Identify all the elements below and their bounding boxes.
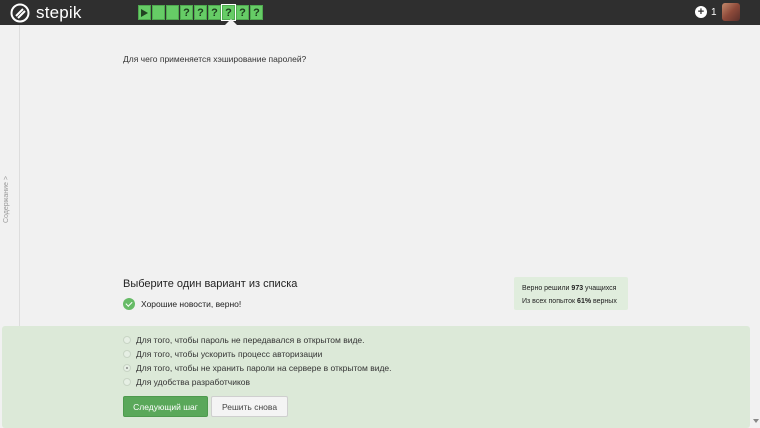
lesson-steps: ? ? ? ? ? ? bbox=[138, 4, 263, 21]
option-4-radio[interactable] bbox=[123, 378, 131, 386]
retry-button[interactable]: Решить снова bbox=[211, 396, 288, 417]
stats-attempts-line: Из всех попыток 61% верных bbox=[522, 298, 617, 305]
quiz-heading: Выберите один вариант из списка bbox=[123, 278, 298, 290]
points-value: 1 bbox=[711, 6, 717, 18]
option-2-radio[interactable] bbox=[123, 350, 131, 358]
step-2[interactable] bbox=[152, 5, 165, 20]
step-6[interactable]: ? bbox=[208, 5, 221, 20]
stats-solved-line: Верно решили 973 учащихся bbox=[522, 285, 617, 292]
step-4[interactable]: ? bbox=[180, 5, 193, 20]
plus-icon: + bbox=[695, 6, 707, 18]
step-8[interactable]: ? bbox=[236, 5, 249, 20]
option-4[interactable]: Для удобства разработчиков bbox=[123, 377, 250, 387]
option-2[interactable]: Для того, чтобы ускорить процесс авториз… bbox=[123, 349, 322, 359]
stepik-logo-icon bbox=[10, 3, 30, 22]
option-4-label: Для удобства разработчиков bbox=[136, 377, 251, 387]
correct-percent: 61% bbox=[577, 298, 592, 305]
step-video-1[interactable] bbox=[138, 5, 151, 20]
check-icon bbox=[123, 298, 135, 310]
option-1[interactable]: Для того, чтобы пароль не передавался в … bbox=[123, 335, 365, 345]
option-3[interactable]: Для того, чтобы не хранить пароли на сер… bbox=[123, 363, 392, 373]
points-counter[interactable]: + 1 bbox=[695, 6, 717, 18]
question-text: Для чего применяется хэширование паролей… bbox=[123, 54, 307, 64]
correct-feedback: Хорошие новости, верно! bbox=[123, 298, 241, 310]
step-3[interactable] bbox=[166, 5, 179, 20]
scrollbar[interactable] bbox=[752, 25, 760, 428]
user-avatar[interactable] bbox=[722, 3, 740, 21]
feedback-text: Хорошие новости, верно! bbox=[141, 299, 242, 309]
step-9[interactable]: ? bbox=[250, 5, 263, 20]
scroll-down-icon[interactable] bbox=[753, 419, 759, 423]
app-name: stepik bbox=[36, 2, 82, 22]
step-7-current[interactable]: ? bbox=[221, 4, 236, 21]
option-1-radio[interactable] bbox=[123, 336, 131, 344]
solve-stats: Верно решили 973 учащихся Из всех попыто… bbox=[514, 277, 628, 310]
current-step-pointer bbox=[225, 19, 237, 25]
option-1-label: Для того, чтобы пароль не передавался в … bbox=[136, 335, 365, 345]
option-3-radio[interactable] bbox=[123, 364, 131, 372]
stepik-logo[interactable]: stepik bbox=[10, 2, 82, 23]
option-2-label: Для того, чтобы ускорить процесс авториз… bbox=[136, 349, 323, 359]
next-step-button[interactable]: Следующий шаг bbox=[123, 396, 208, 417]
answer-panel bbox=[2, 326, 750, 428]
option-3-label: Для того, чтобы не хранить пароли на сер… bbox=[136, 363, 392, 373]
step-5[interactable]: ? bbox=[194, 5, 207, 20]
contents-label: Содержание > bbox=[3, 176, 10, 224]
top-navbar: stepik ? ? ? ? ? ? + 1 bbox=[0, 0, 760, 25]
solved-count: 973 bbox=[571, 285, 584, 292]
